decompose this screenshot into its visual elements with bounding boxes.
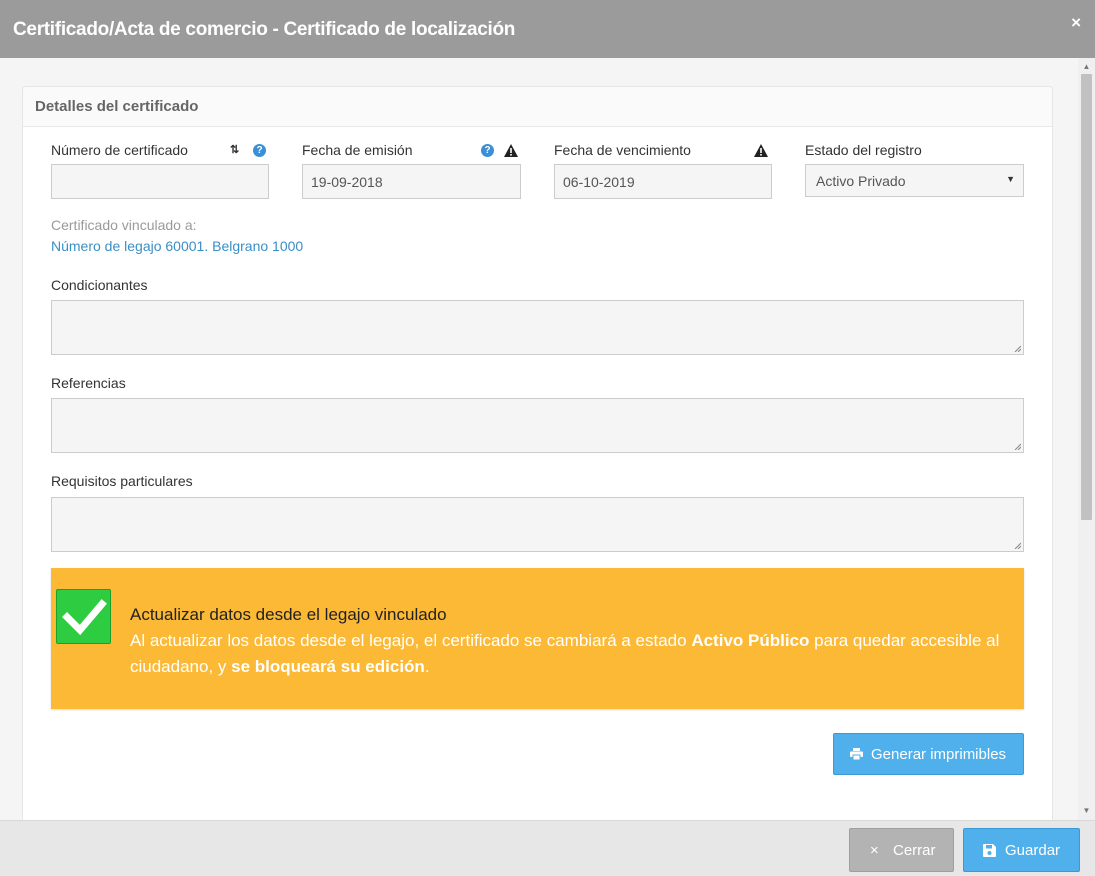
update-from-file-alert: Actualizar datos desde el legajo vincula… (51, 568, 1024, 709)
close-icon[interactable]: × (1071, 13, 1081, 33)
alert-title: Actualizar datos desde el legajo vincula… (130, 605, 447, 624)
modal-titlebar: Certificado/Acta de comercio - Certifica… (0, 0, 1095, 58)
linked-file-link[interactable]: Número de legajo 60001. Belgrano 1000 (51, 238, 303, 254)
sort-icon[interactable]: ⇅ (230, 143, 239, 156)
conditions-label: Condicionantes (51, 277, 148, 293)
generate-printables-label: Generar imprimibles (871, 746, 1007, 763)
alert-body-text: . (424, 657, 430, 676)
close-button[interactable]: × Cerrar (849, 828, 954, 872)
record-status-select[interactable]: Activo Privado ▼ (805, 164, 1024, 197)
panel-title: Detalles del certificado (35, 98, 199, 115)
references-textarea[interactable] (51, 398, 1024, 453)
certificate-number-label: Número de certificado (51, 142, 188, 158)
issue-date-input[interactable]: 19-09-2018 (302, 164, 521, 199)
panel-header: Detalles del certificado (23, 87, 1052, 127)
floppy-icon (983, 844, 996, 857)
warning-icon (754, 144, 768, 157)
requirements-textarea[interactable] (51, 497, 1024, 552)
scroll-down-icon[interactable]: ▼ (1078, 804, 1095, 818)
alert-body-bold: Activo Público (691, 631, 810, 650)
modal-body: Detalles del certificado Número de certi… (0, 58, 1095, 820)
resize-grip-icon[interactable] (1013, 344, 1021, 352)
resize-grip-icon[interactable] (1013, 541, 1021, 549)
update-from-file-checkbox[interactable] (56, 589, 111, 644)
help-icon[interactable]: ? (481, 144, 494, 157)
certificate-details-panel: Detalles del certificado Número de certi… (22, 86, 1053, 820)
alert-body: Al actualizar los datos desde el legajo,… (130, 628, 1010, 680)
alert-body-bold: se bloqueará su edición (231, 657, 425, 676)
x-icon: × (870, 842, 879, 859)
linked-certificate-label: Certificado vinculado a: (51, 217, 197, 233)
references-label: Referencias (51, 375, 126, 391)
expiry-date-input[interactable]: 06-10-2019 (554, 164, 772, 199)
modal-title: Certificado/Acta de comercio - Certifica… (13, 19, 516, 40)
resize-grip-icon[interactable] (1013, 442, 1021, 450)
chevron-down-icon: ▼ (1006, 174, 1015, 184)
scrollbar[interactable]: ▲ ▼ (1078, 58, 1095, 820)
save-button-label: Guardar (1005, 842, 1061, 859)
help-icon[interactable]: ? (253, 144, 266, 157)
expiry-date-label: Fecha de vencimiento (554, 142, 691, 158)
scroll-up-icon[interactable]: ▲ (1078, 60, 1095, 74)
generate-printables-button[interactable]: Generar imprimibles (833, 733, 1024, 775)
issue-date-label: Fecha de emisión (302, 142, 413, 158)
requirements-label: Requisitos particulares (51, 473, 193, 489)
modal-footer: × Cerrar Guardar (0, 820, 1095, 876)
alert-body-text: Al actualizar los datos desde el legajo,… (130, 631, 692, 650)
conditions-textarea[interactable] (51, 300, 1024, 355)
certificate-number-input[interactable] (51, 164, 269, 199)
check-icon (62, 599, 107, 636)
print-icon (850, 748, 863, 760)
record-status-label: Estado del registro (805, 142, 922, 158)
warning-icon (504, 144, 518, 157)
save-button[interactable]: Guardar (963, 828, 1080, 872)
close-button-label: Cerrar (893, 842, 936, 859)
record-status-value: Activo Privado (816, 173, 906, 189)
scrollbar-thumb[interactable] (1081, 74, 1092, 520)
